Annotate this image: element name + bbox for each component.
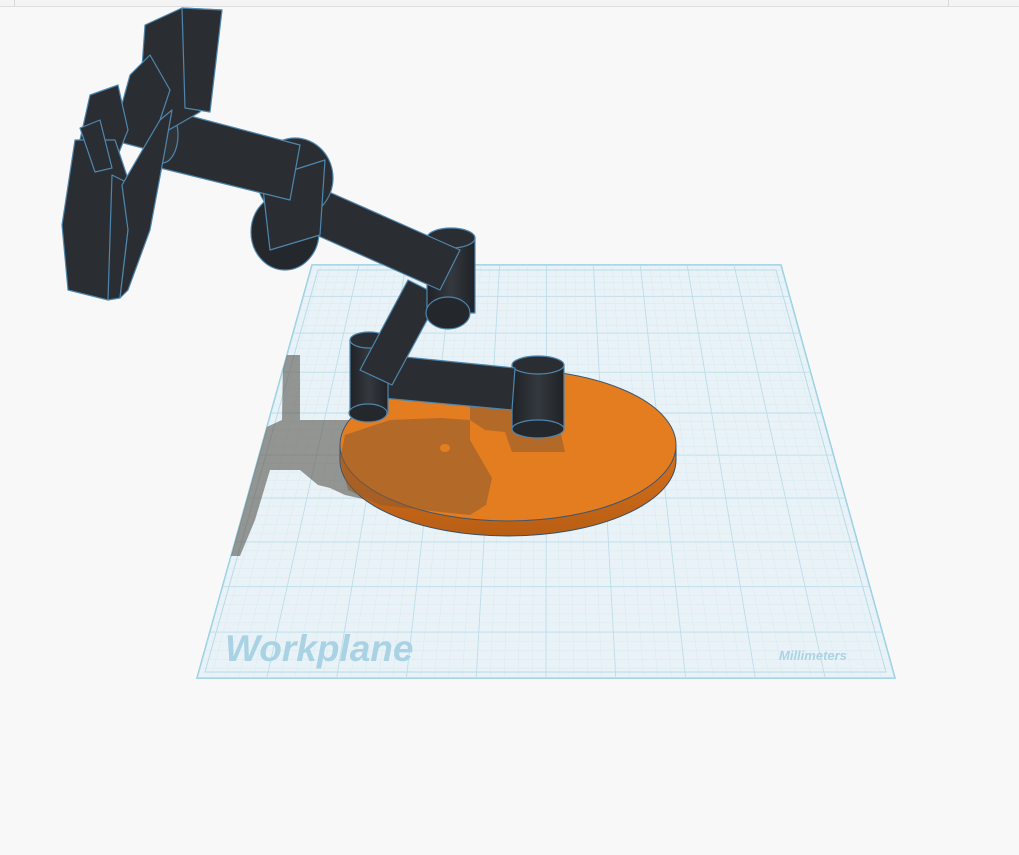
units-label[interactable]: Millimeters — [779, 648, 847, 663]
app-top-bar — [0, 0, 1019, 7]
toolbar-divider — [948, 0, 949, 6]
toolbar-divider — [14, 0, 15, 6]
3d-viewport[interactable]: Workplane Millimeters — [0, 7, 1019, 855]
workplane-label: Workplane — [225, 628, 413, 669]
